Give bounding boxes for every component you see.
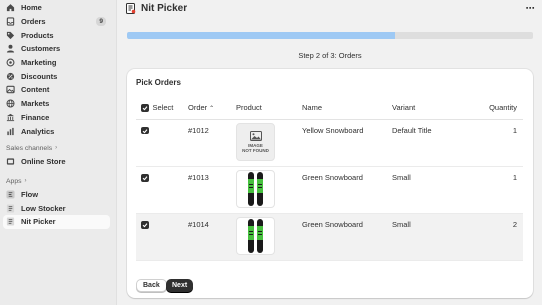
sidebar-item-label: Analytics — [21, 126, 55, 136]
app-header: Nit Picker — [126, 3, 187, 14]
sidebar-item-nit-picker[interactable]: Nit Picker — [3, 214, 110, 229]
table-header-row: Select Order ⌃ Product Name Variant Quant… — [136, 96, 523, 120]
sidebar-item-label: Marketing — [21, 58, 57, 68]
row-checkbox[interactable] — [141, 126, 149, 135]
tag-icon — [6, 31, 15, 40]
target-icon — [6, 58, 15, 67]
orders-table: Select Order ⌃ Product Name Variant Quant… — [136, 96, 523, 262]
apps-header[interactable]: Apps › — [6, 175, 116, 188]
sidebar-item-label: Flow — [21, 189, 39, 199]
back-button[interactable]: Back — [136, 279, 167, 292]
product-variant: Default Title — [392, 119, 472, 167]
sidebar-item-marketing[interactable]: Marketing — [3, 56, 110, 70]
pick-orders-card: Pick Orders Select Order ⌃ Product Name V… — [127, 69, 533, 298]
product-image-placeholder: IMAGE NOT FOUND — [236, 122, 275, 161]
next-button[interactable]: Next — [166, 279, 194, 292]
sidebar-item-analytics[interactable]: Analytics — [3, 124, 110, 138]
sidebar-item-home[interactable]: Home — [3, 1, 110, 15]
table-row[interactable]: #1014 Green Snowboard Small 2 — [136, 213, 523, 262]
green-snowboard-image — [248, 171, 263, 206]
sidebar-item-label: Markets — [21, 99, 50, 109]
sidebar-item-label: Finance — [21, 112, 50, 122]
product-name: Green Snowboard — [302, 166, 392, 215]
column-header-quantity: Quantity — [472, 96, 523, 120]
sidebar-item-discounts[interactable]: Discounts — [3, 69, 110, 83]
home-icon — [6, 3, 15, 12]
bank-icon — [6, 113, 15, 122]
sidebar-item-products[interactable]: Products — [3, 28, 110, 42]
more-actions-button[interactable]: ⋯ — [526, 3, 536, 14]
product-variant: Small — [392, 213, 472, 262]
sidebar-item-flow[interactable]: Flow — [3, 188, 110, 202]
nit-picker-app-icon — [126, 3, 136, 14]
image-not-found-text-2: NOT FOUND — [242, 147, 269, 153]
progress-bar — [127, 32, 533, 39]
product-quantity: 2 — [472, 213, 523, 262]
orders-count-badge: 9 — [96, 17, 106, 27]
progress-fill — [127, 32, 395, 39]
order-number: #1014 — [188, 213, 236, 262]
low-stocker-app-icon — [6, 204, 15, 213]
nit-picker-app-icon — [6, 217, 15, 226]
sidebar-item-content[interactable]: Content — [3, 83, 110, 97]
row-checkbox[interactable] — [141, 174, 149, 182]
product-name: Green Snowboard — [302, 213, 392, 262]
sort-ascending-icon: ⌃ — [209, 105, 215, 112]
select-all-header: Select — [136, 96, 188, 120]
card-title: Pick Orders — [136, 78, 181, 87]
product-quantity: 1 — [472, 119, 523, 167]
column-header-name: Name — [302, 96, 392, 120]
sidebar-item-label: Discounts — [21, 71, 58, 81]
row-checkbox[interactable] — [141, 221, 149, 229]
sidebar: Home Orders 9 Products Customers Marketi… — [0, 0, 117, 305]
chart-icon — [6, 127, 15, 136]
order-number: #1013 — [188, 166, 236, 215]
globe-icon — [6, 99, 15, 108]
column-header-order[interactable]: Order ⌃ — [188, 96, 236, 120]
page-title: Nit Picker — [141, 3, 188, 14]
sidebar-item-label: Online Store — [21, 157, 66, 167]
sidebar-item-finance[interactable]: Finance — [3, 111, 110, 125]
sidebar-item-label: Low Stocker — [21, 203, 66, 213]
column-header-select: Select — [152, 102, 174, 112]
flow-app-icon — [6, 190, 15, 199]
chevron-right-icon: › — [24, 178, 27, 185]
table-row[interactable]: #1012 IMAGE NOT FOUND Yellow Snowboard De… — [136, 119, 523, 167]
select-all-checkbox[interactable] — [141, 104, 149, 112]
store-icon — [6, 157, 15, 166]
column-header-variant: Variant — [392, 96, 472, 120]
main-content: Nit Picker ⋯ Step 2 of 3: Orders Pick Or… — [118, 0, 542, 305]
table-row[interactable]: #1013 Green Snowboard Small 1 — [136, 166, 523, 215]
product-image — [236, 169, 275, 208]
sidebar-item-label: Products — [21, 30, 54, 40]
chevron-right-icon: › — [55, 145, 58, 152]
content-icon — [6, 85, 15, 94]
sales-channels-header[interactable]: Sales channels › — [6, 142, 116, 155]
order-number: #1012 — [188, 119, 236, 167]
step-indicator: Step 2 of 3: Orders — [298, 51, 362, 60]
sidebar-item-label: Home — [21, 3, 42, 13]
sidebar-item-label: Content — [21, 85, 50, 95]
sidebar-item-label: Customers — [21, 44, 61, 54]
product-name: Yellow Snowboard — [302, 119, 392, 167]
discount-icon — [6, 72, 15, 81]
green-snowboard-image — [248, 219, 263, 254]
person-icon — [6, 44, 15, 53]
image-icon — [249, 130, 262, 141]
column-header-product: Product — [236, 96, 302, 120]
orders-icon — [6, 17, 15, 26]
sidebar-item-low-stocker[interactable]: Low Stocker — [3, 201, 110, 215]
sidebar-item-online-store[interactable]: Online Store — [3, 155, 110, 169]
sidebar-item-label: Orders — [21, 17, 46, 27]
sidebar-item-label: Nit Picker — [21, 217, 56, 227]
product-quantity: 1 — [472, 166, 523, 215]
sidebar-item-customers[interactable]: Customers — [3, 42, 110, 56]
product-variant: Small — [392, 166, 472, 215]
sidebar-item-orders[interactable]: Orders 9 — [3, 15, 110, 29]
product-image — [236, 217, 275, 256]
sidebar-item-markets[interactable]: Markets — [3, 97, 110, 111]
